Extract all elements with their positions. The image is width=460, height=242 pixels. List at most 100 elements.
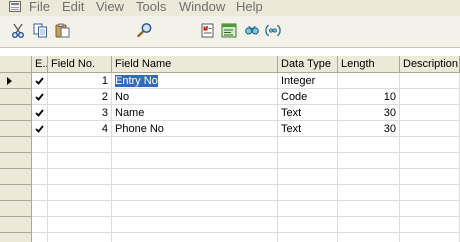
c-al-button[interactable]: [221, 22, 237, 38]
enabled-cell[interactable]: [32, 121, 48, 137]
description-cell[interactable]: [400, 121, 460, 137]
row-header[interactable]: [0, 105, 32, 121]
field-no-cell[interactable]: [48, 233, 112, 242]
enabled-cell[interactable]: [32, 105, 48, 121]
field-name-cell[interactable]: Entry No: [112, 73, 278, 89]
length-cell[interactable]: [338, 153, 400, 169]
field-name-cell[interactable]: Phone No: [112, 121, 278, 137]
column-header-field-name[interactable]: Field Name: [112, 56, 278, 73]
table-row[interactable]: 3 Name Text 30: [0, 105, 460, 121]
data-type-cell[interactable]: [278, 153, 338, 169]
data-type-cell[interactable]: [278, 185, 338, 201]
enabled-cell[interactable]: [32, 137, 48, 153]
properties-button[interactable]: [200, 22, 216, 38]
cut-button[interactable]: [10, 22, 26, 38]
field-no-cell[interactable]: [48, 169, 112, 185]
empty-table-row[interactable]: [0, 153, 460, 169]
description-cell[interactable]: [400, 233, 460, 242]
column-header-enabled[interactable]: E...: [32, 56, 48, 73]
field-name-cell[interactable]: [112, 217, 278, 233]
field-name-cell[interactable]: [112, 137, 278, 153]
field-name-cell[interactable]: [112, 169, 278, 185]
description-cell[interactable]: [400, 73, 460, 89]
row-header[interactable]: [0, 137, 32, 153]
field-name-cell[interactable]: [112, 153, 278, 169]
enabled-cell[interactable]: [32, 169, 48, 185]
length-cell[interactable]: [338, 233, 400, 242]
menu-file[interactable]: File: [29, 0, 50, 14]
length-cell[interactable]: 30: [338, 105, 400, 121]
enabled-cell[interactable]: [32, 89, 48, 105]
row-header[interactable]: [0, 121, 32, 137]
menu-help[interactable]: Help: [236, 0, 263, 14]
enabled-cell[interactable]: [32, 153, 48, 169]
row-header[interactable]: [0, 89, 32, 105]
flowfields-button[interactable]: [265, 22, 281, 38]
row-header[interactable]: [0, 169, 32, 185]
data-type-cell[interactable]: [278, 137, 338, 153]
empty-table-row[interactable]: [0, 185, 460, 201]
field-no-cell[interactable]: 1: [48, 73, 112, 89]
menu-view[interactable]: View: [96, 0, 124, 14]
data-type-cell[interactable]: Integer: [278, 73, 338, 89]
empty-table-row[interactable]: [0, 217, 460, 233]
length-cell[interactable]: [338, 137, 400, 153]
length-cell[interactable]: [338, 201, 400, 217]
row-header[interactable]: [0, 73, 32, 89]
column-header-length[interactable]: Length: [338, 56, 400, 73]
field-name-cell[interactable]: [112, 185, 278, 201]
enabled-cell[interactable]: [32, 73, 48, 89]
keys-button[interactable]: [244, 22, 260, 38]
field-no-cell[interactable]: [48, 217, 112, 233]
description-cell[interactable]: [400, 153, 460, 169]
row-header[interactable]: [0, 153, 32, 169]
data-type-cell[interactable]: Code: [278, 89, 338, 105]
description-cell[interactable]: [400, 169, 460, 185]
empty-table-row[interactable]: [0, 169, 460, 185]
description-cell[interactable]: [400, 217, 460, 233]
copy-button[interactable]: [32, 22, 48, 38]
length-cell[interactable]: [338, 185, 400, 201]
description-cell[interactable]: [400, 105, 460, 121]
description-cell[interactable]: [400, 185, 460, 201]
field-name-cell[interactable]: [112, 201, 278, 217]
field-no-cell[interactable]: [48, 137, 112, 153]
find-button[interactable]: [137, 22, 153, 38]
data-type-cell[interactable]: [278, 233, 338, 242]
row-header[interactable]: [0, 233, 32, 242]
enabled-cell[interactable]: [32, 185, 48, 201]
field-name-cell[interactable]: No: [112, 89, 278, 105]
description-cell[interactable]: [400, 201, 460, 217]
table-row[interactable]: 2 No Code 10: [0, 89, 460, 105]
menu-window[interactable]: Window: [179, 0, 225, 14]
menu-edit[interactable]: Edit: [62, 0, 84, 14]
enabled-cell[interactable]: [32, 233, 48, 242]
menu-tools[interactable]: Tools: [136, 0, 166, 14]
empty-table-row[interactable]: [0, 233, 460, 242]
length-cell[interactable]: 30: [338, 121, 400, 137]
data-type-cell[interactable]: [278, 217, 338, 233]
length-cell[interactable]: 10: [338, 89, 400, 105]
field-no-cell[interactable]: 2: [48, 89, 112, 105]
enabled-cell[interactable]: [32, 217, 48, 233]
table-row[interactable]: 4 Phone No Text 30: [0, 121, 460, 137]
table-row[interactable]: 1 Entry No Integer: [0, 73, 460, 89]
length-cell[interactable]: [338, 169, 400, 185]
field-no-cell[interactable]: 3: [48, 105, 112, 121]
column-header-field-no[interactable]: Field No.: [48, 56, 112, 73]
description-cell[interactable]: [400, 89, 460, 105]
empty-table-row[interactable]: [0, 201, 460, 217]
length-cell[interactable]: [338, 217, 400, 233]
length-cell[interactable]: [338, 73, 400, 89]
system-menu-icon[interactable]: [9, 1, 21, 12]
field-name-cell[interactable]: Name: [112, 105, 278, 121]
field-no-cell[interactable]: 4: [48, 121, 112, 137]
field-no-cell[interactable]: [48, 153, 112, 169]
data-type-cell[interactable]: [278, 169, 338, 185]
field-name-cell[interactable]: [112, 233, 278, 242]
data-type-cell[interactable]: Text: [278, 121, 338, 137]
field-no-cell[interactable]: [48, 185, 112, 201]
description-cell[interactable]: [400, 137, 460, 153]
field-no-cell[interactable]: [48, 201, 112, 217]
data-type-cell[interactable]: [278, 201, 338, 217]
